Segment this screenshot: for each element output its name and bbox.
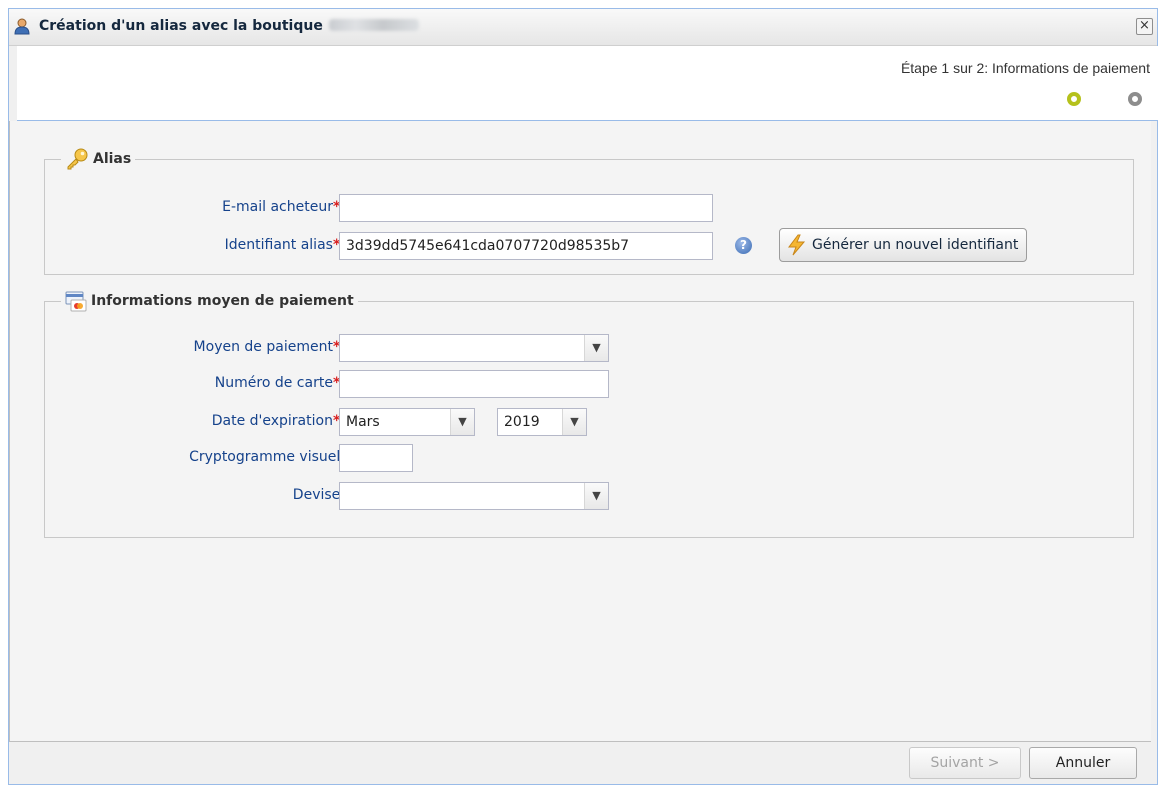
generate-id-label: Générer un nouvel identifiant bbox=[812, 237, 1019, 253]
lightning-icon bbox=[788, 234, 806, 256]
cvv-label: Cryptogramme visuel: bbox=[189, 449, 345, 465]
step-1-dot-icon bbox=[1067, 92, 1081, 106]
expiry-year-value: 2019 bbox=[504, 414, 540, 430]
key-icon bbox=[67, 148, 88, 170]
chevron-down-icon[interactable]: ▼ bbox=[584, 335, 608, 361]
cvv-field[interactable] bbox=[339, 444, 413, 472]
cvv-row: Cryptogramme visuel: bbox=[45, 444, 1133, 472]
expiry-row: Date d'expiration*: Mars ▼ 2019 ▼ bbox=[45, 408, 1133, 436]
chevron-down-icon[interactable]: ▼ bbox=[584, 483, 608, 509]
card-number-row: Numéro de carte*: bbox=[45, 370, 1133, 398]
card-number-label: Numéro de carte*: bbox=[214, 375, 345, 391]
payment-legend: Informations moyen de paiement bbox=[61, 290, 358, 312]
currency-select[interactable]: ▼ bbox=[339, 482, 609, 510]
close-icon: × bbox=[1139, 18, 1150, 33]
expiry-label: Date d'expiration*: bbox=[211, 413, 345, 429]
payment-method-select[interactable]: ▼ bbox=[339, 334, 609, 362]
step-2-dot-icon bbox=[1128, 92, 1142, 106]
email-row: E-mail acheteur*: bbox=[45, 194, 1133, 222]
credit-card-icon bbox=[65, 291, 87, 312]
expiry-year-select[interactable]: 2019 ▼ bbox=[497, 408, 587, 436]
card-number-field[interactable] bbox=[339, 370, 609, 398]
email-field[interactable] bbox=[339, 194, 713, 222]
payment-fieldset: Informations moyen de paiement Moyen de … bbox=[44, 290, 1134, 538]
currency-label: Devise: bbox=[292, 487, 345, 503]
dialog-window: Création d'un alias avec la boutique × É… bbox=[8, 8, 1158, 785]
alias-fieldset: Alias E-mail acheteur*: Identifiant alia… bbox=[44, 148, 1134, 275]
dialog-title-text: Création d'un alias avec la boutique bbox=[39, 18, 323, 34]
payment-method-row: Moyen de paiement*: ▼ bbox=[45, 334, 1133, 362]
chevron-down-icon[interactable]: ▼ bbox=[450, 409, 474, 435]
step-indicator-text: Étape 1 sur 2: Informations de paiement bbox=[900, 60, 1150, 76]
email-label: E-mail acheteur*: bbox=[222, 199, 345, 215]
shop-name-redacted bbox=[328, 19, 419, 31]
dialog-titlebar: Création d'un alias avec la boutique × bbox=[9, 9, 1157, 46]
expiry-month-value: Mars bbox=[346, 414, 380, 430]
form-content: Alias E-mail acheteur*: Identifiant alia… bbox=[9, 121, 1151, 742]
generate-id-button[interactable]: Générer un nouvel identifiant bbox=[779, 228, 1028, 262]
next-button[interactable]: Suivant > bbox=[909, 747, 1021, 779]
expiry-month-select[interactable]: Mars ▼ bbox=[339, 408, 475, 436]
alias-id-field[interactable] bbox=[339, 232, 713, 260]
help-icon[interactable]: ? bbox=[735, 237, 752, 254]
close-button[interactable]: × bbox=[1136, 18, 1153, 35]
dialog-title: Création d'un alias avec la boutique bbox=[39, 18, 419, 34]
alias-id-label: Identifiant alias*: bbox=[224, 237, 345, 253]
payment-legend-text: Informations moyen de paiement bbox=[91, 293, 354, 309]
currency-row: Devise: ▼ bbox=[45, 482, 1133, 510]
chevron-down-icon[interactable]: ▼ bbox=[562, 409, 586, 435]
alias-legend-text: Alias bbox=[93, 151, 132, 167]
alias-legend: Alias bbox=[61, 148, 136, 170]
cancel-button[interactable]: Annuler bbox=[1029, 747, 1137, 779]
user-icon bbox=[14, 18, 30, 35]
step-header: Étape 1 sur 2: Informations de paiement bbox=[17, 46, 1158, 121]
alias-id-row: Identifiant alias*: ? Générer un nouvel … bbox=[45, 228, 1133, 262]
payment-method-label: Moyen de paiement*: bbox=[193, 339, 345, 355]
